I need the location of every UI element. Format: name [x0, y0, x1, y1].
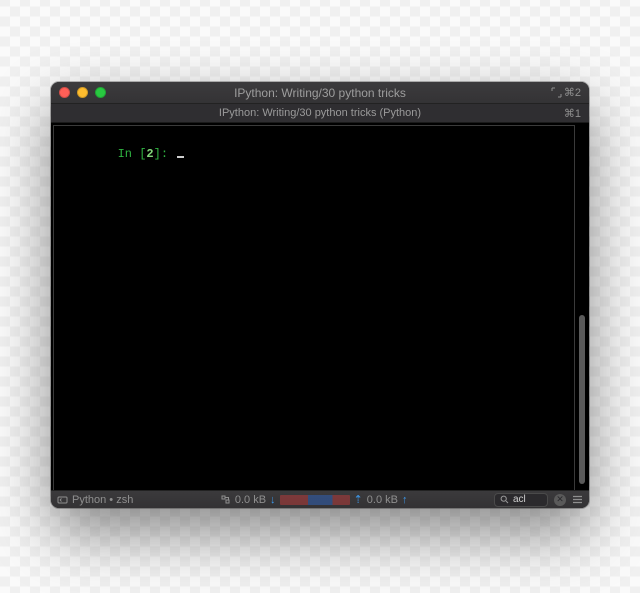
terminal-wrap: In [2]: [51, 123, 589, 490]
titlebar[interactable]: IPython: Writing/30 python tricks ⌘2 [51, 82, 589, 104]
prompt-bracket-close: ]: [154, 147, 176, 161]
expand-icon [551, 87, 562, 98]
net-up-value: 0.0 kB [367, 494, 398, 506]
statusbar-left: Python • zsh [57, 494, 133, 506]
scrollbar-thumb[interactable] [579, 315, 585, 484]
statusbar: Python • zsh 0.0 kB ↓ ⇡ 0.0 kB ↑ ✕ [51, 490, 589, 508]
maximize-window-button[interactable] [95, 87, 106, 98]
upload-prefix-icon: ⇡ [354, 493, 363, 506]
tab-shortcut-hint: ⌘1 [564, 107, 581, 120]
arrow-up-icon: ↑ [402, 494, 408, 506]
process-icon [57, 494, 68, 505]
statusbar-search-input[interactable] [513, 494, 537, 505]
scrollbar-track[interactable] [577, 125, 587, 490]
minimize-window-button[interactable] [77, 87, 88, 98]
tab-bar: IPython: Writing/30 python tricks (Pytho… [51, 104, 589, 123]
prompt-prefix: In [118, 147, 140, 161]
cursor [177, 156, 184, 158]
statusbar-right: ✕ [494, 493, 583, 507]
terminal[interactable]: In [2]: [53, 125, 575, 490]
process-label: Python • zsh [72, 494, 133, 506]
statusbar-search[interactable] [494, 493, 548, 507]
prompt-number: 2 [146, 147, 153, 161]
prompt-line: In [2]: [60, 130, 568, 178]
network-icon [220, 494, 231, 505]
search-icon [499, 494, 510, 505]
window-shortcut-hint: ⌘2 [551, 86, 581, 99]
clear-search-button[interactable]: ✕ [554, 494, 566, 506]
statusbar-menu-button[interactable] [572, 494, 583, 505]
net-down-value: 0.0 kB [235, 494, 266, 506]
window-title: IPython: Writing/30 python tricks [51, 86, 589, 100]
window-shortcut-label: ⌘2 [564, 86, 581, 99]
terminal-window: IPython: Writing/30 python tricks ⌘2 IPy… [51, 82, 589, 508]
arrow-down-icon: ↓ [270, 494, 276, 506]
statusbar-center: 0.0 kB ↓ ⇡ 0.0 kB ↑ [137, 493, 490, 506]
close-window-button[interactable] [59, 87, 70, 98]
network-sparkline [280, 495, 350, 505]
traffic-lights [59, 87, 106, 98]
tab-shortcut-label: ⌘1 [564, 107, 581, 120]
tab-title[interactable]: IPython: Writing/30 python tricks (Pytho… [219, 107, 421, 119]
